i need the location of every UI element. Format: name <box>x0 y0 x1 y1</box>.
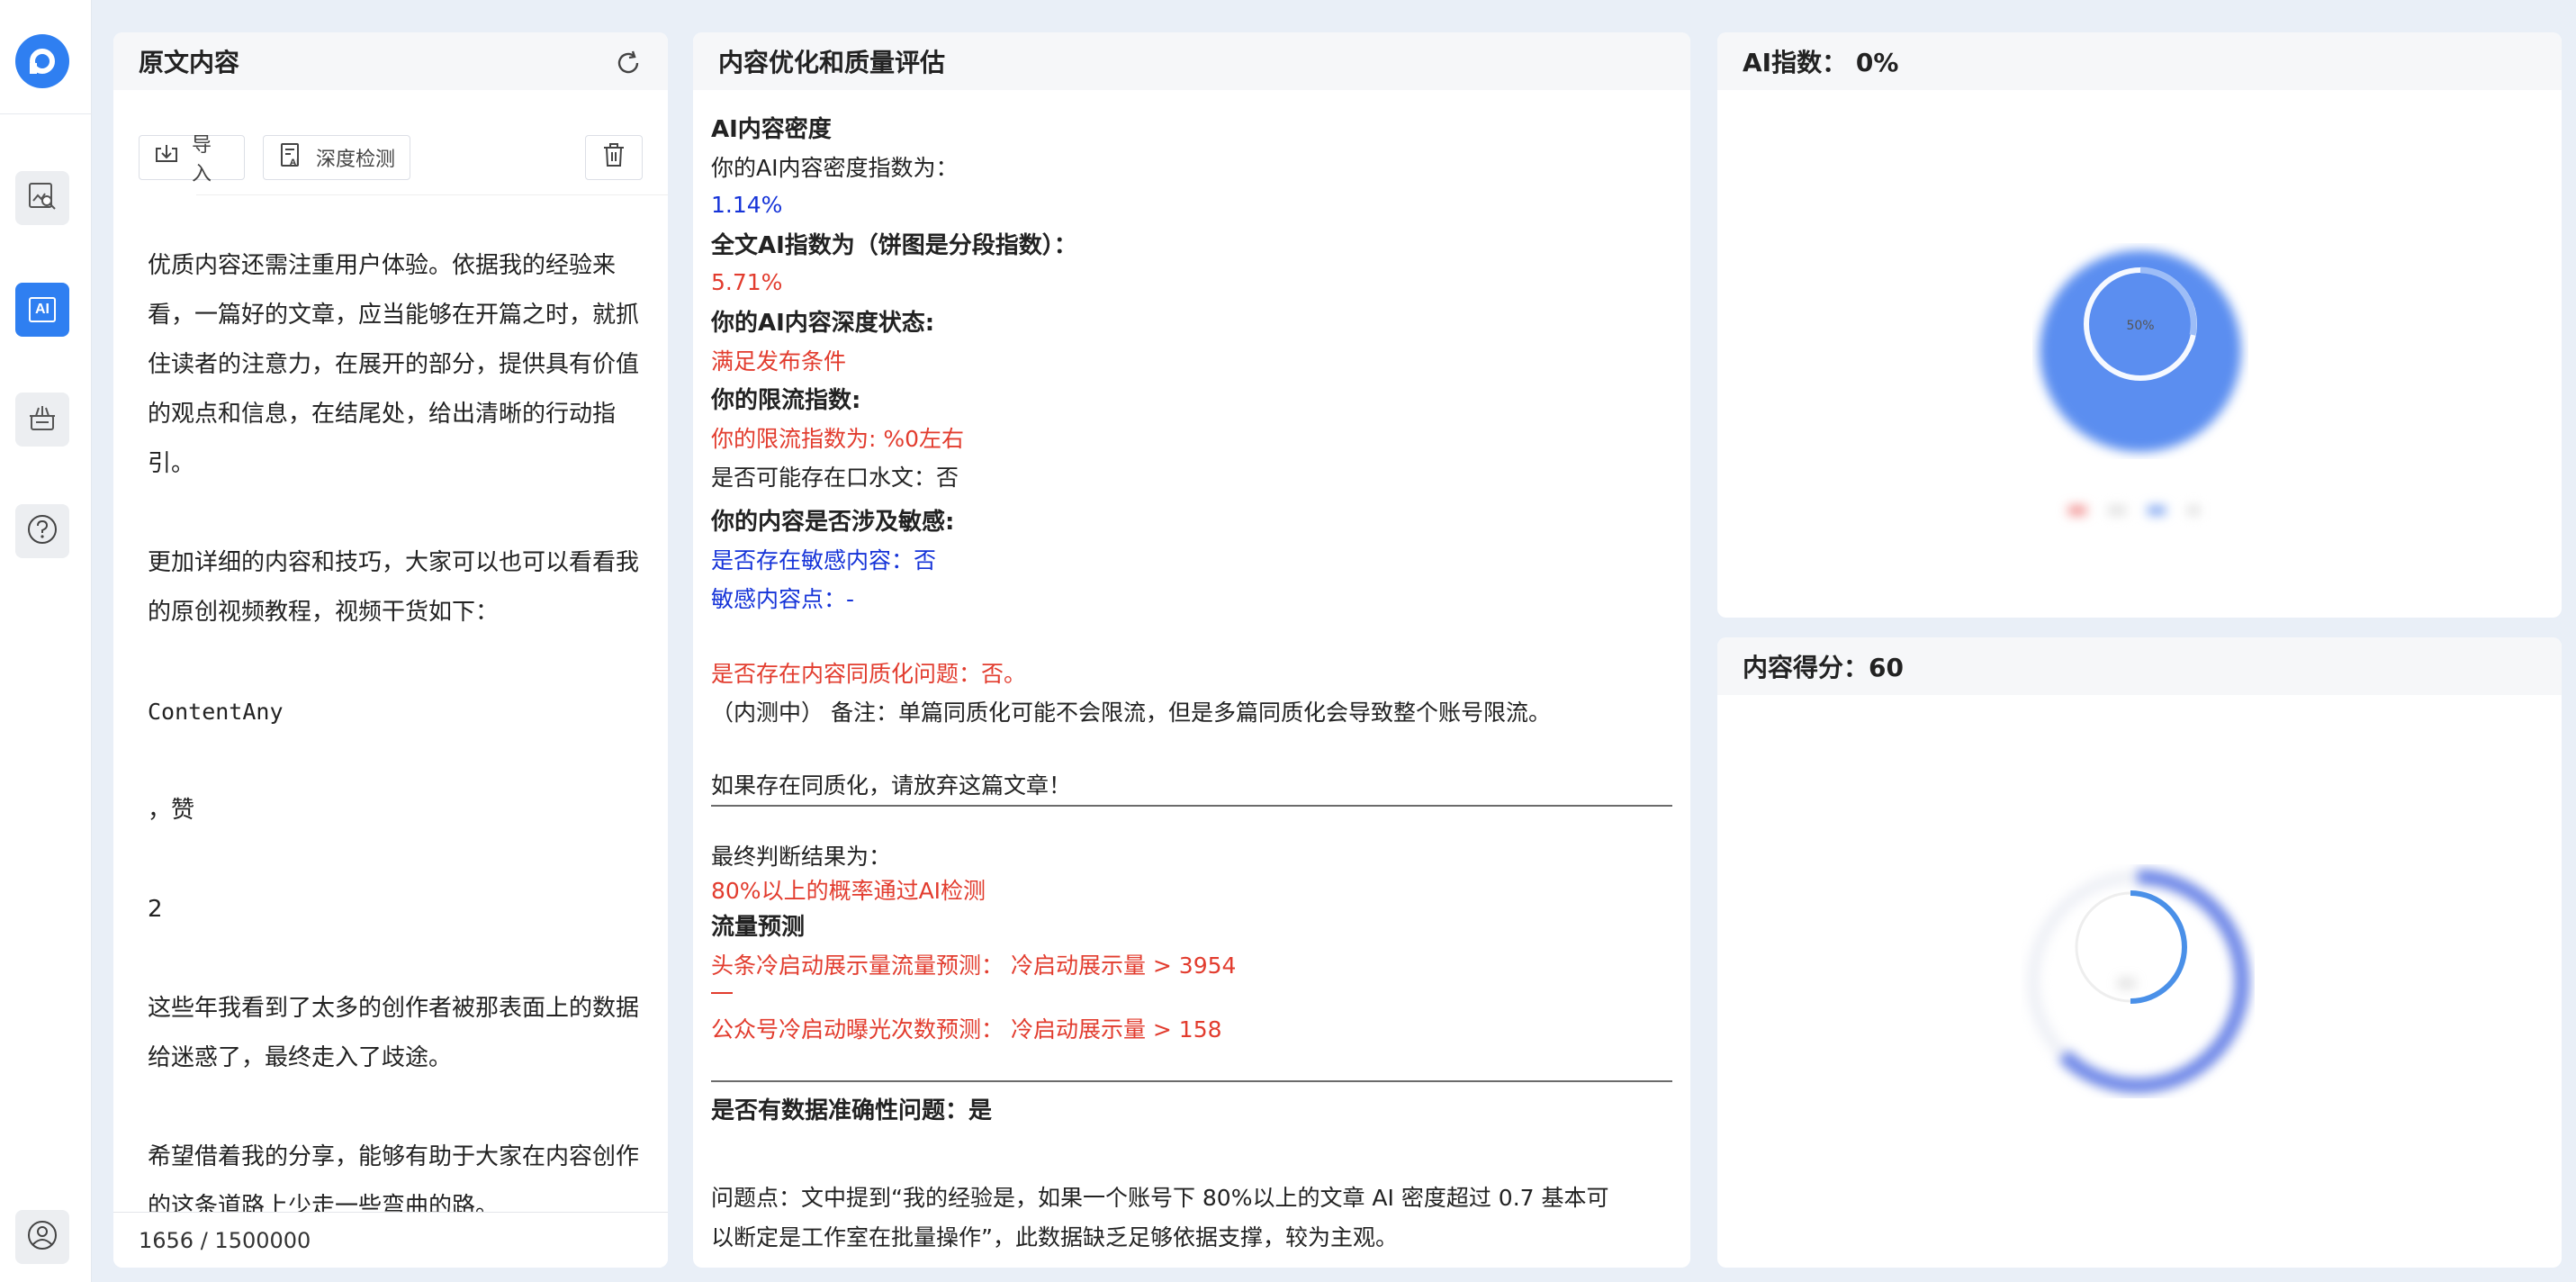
depth-value: 满足发布条件 <box>711 348 847 375</box>
wechat-prediction: 公众号冷启动曝光次数预测： 冷启动展示量 > 158 <box>711 1016 1222 1043</box>
import-button[interactable]: 导入 <box>139 134 245 185</box>
pie-legend <box>2068 506 2200 515</box>
pie-outer-disc <box>2040 250 2241 452</box>
import-label: 导入 <box>192 134 212 185</box>
legend-blue-swatch <box>2148 506 2166 515</box>
limit-label: 你的限流指数: <box>711 387 861 414</box>
accuracy-heading: 是否有数据准确性问题：是 <box>711 1097 993 1124</box>
article-paragraph: 2 <box>148 896 163 923</box>
evaluation-report: AI内容密度 你的AI内容密度指数为： 1.14% 全文AI指数为（饼图是分段指… <box>711 108 1672 1254</box>
gauge-outer-arc <box>2058 870 2249 1093</box>
issue-text-line-2: 以断定是工作室在批量操作”，此数据缺乏足够依据支撑，较为主观。 <box>711 1224 1398 1250</box>
editor-toolbar: 导入 AI 深度检测 <box>139 134 643 185</box>
ai-document-icon: AI <box>278 142 316 173</box>
gauge-inner-arc <box>2130 890 2187 1004</box>
deep-check-label: 深度检测 <box>316 149 396 171</box>
ai-icon: AI <box>29 297 56 322</box>
content-score-panel: 内容得分：60 60 <box>1717 637 2562 1268</box>
full-ai-value: 5.71% <box>711 269 783 295</box>
final-result-label: 最终判断结果为： <box>711 844 892 870</box>
sidebar-divider <box>0 113 92 114</box>
spoken-content-line: 是否可能存在口水文：否 <box>711 464 959 491</box>
full-ai-label: 全文AI指数为（饼图是分段指数）： <box>711 232 1077 259</box>
final-result-value: 80%以上的概率通过AI检测 <box>711 878 986 904</box>
import-icon <box>154 143 192 172</box>
article-paragraph: 优质内容还需注重用户体验。依据我的经验来看，一篇好的文章，应当能够在开篇之时，就… <box>148 252 640 477</box>
original-content-title: 原文内容 <box>113 32 668 90</box>
article-paragraph: 更加详细的内容和技巧，大家可以也可以看看我的原创视频教程，视频干货如下： <box>148 549 640 626</box>
issue-text-line-1: 问题点：文中提到“我的经验是，如果一个账号下 80%以上的文章 AI 密度超过 … <box>711 1185 1609 1211</box>
sidebar-item-help[interactable] <box>15 504 69 558</box>
image-search-icon <box>27 181 58 215</box>
optimization-panel: 内容优化和质量评估 AI内容密度 你的AI内容密度指数为： 1.14% 全文AI… <box>693 32 1690 1268</box>
sensitive-exist: 是否存在敏感内容：否 <box>711 546 937 573</box>
char-count: 1656 / 1500000 <box>113 1212 668 1268</box>
user-icon <box>26 1219 59 1255</box>
homogeneity-note: （内测中） 备注：单篇同质化可能不会限流，但是多篇同质化会导致整个账号限流。 <box>711 699 1551 726</box>
app-logo-icon[interactable] <box>15 34 69 88</box>
sensitive-label: 你的内容是否涉及敏感: <box>711 509 955 536</box>
legend-label-blur <box>2108 506 2126 515</box>
ai-density-label: 你的AI内容密度指数为： <box>711 154 959 181</box>
red-dash <box>711 992 733 994</box>
sensitive-points: 敏感内容点：- <box>711 585 855 612</box>
help-icon <box>26 513 59 549</box>
legend-red-swatch <box>2068 506 2086 515</box>
original-content-panel: 原文内容 导入 AI 深度检测 优质内容还需注重用户体验。依据我的经验来看，一篇… <box>113 32 668 1268</box>
ai-density-heading: AI内容密度 <box>711 116 832 143</box>
sidebar-item-user[interactable] <box>15 1210 69 1264</box>
ai-density-value: 1.14% <box>711 192 783 218</box>
deep-check-button[interactable]: AI 深度检测 <box>263 135 410 180</box>
traffic-heading: 流量预测 <box>711 914 806 941</box>
sidebar: AI <box>0 0 92 1282</box>
legend-label-blur <box>2187 506 2200 515</box>
article-text-area[interactable]: 优质内容还需注重用户体验。依据我的经验来看，一篇好的文章，应当能够在开篇之时，就… <box>148 241 652 1268</box>
article-paragraph: ，赞 <box>148 797 195 824</box>
score-gauge: 60 <box>2021 864 2255 1102</box>
trash-icon <box>602 142 626 173</box>
toolbar-divider <box>196 194 668 195</box>
ai-pie-svg: 50% <box>2040 250 2241 452</box>
sidebar-item-ai[interactable]: AI <box>15 283 69 337</box>
sidebar-item-toolbox[interactable] <box>15 393 69 447</box>
gauge-label: 60 <box>2118 975 2136 992</box>
limit-value: 你的限流指数为: %0左右 <box>711 425 965 452</box>
toolbox-icon <box>27 402 58 437</box>
refresh-icon[interactable] <box>614 49 643 77</box>
ai-index-panel: AI指数： 0% 50% <box>1717 32 2562 618</box>
article-paragraph: ContentAny <box>148 699 284 725</box>
svg-text:AI: AI <box>290 158 299 167</box>
sidebar-item-image-search[interactable] <box>15 171 69 225</box>
toutiao-prediction: 头条冷启动展示量流量预测： 冷启动展示量 > 3954 <box>711 952 1237 979</box>
delete-button[interactable] <box>585 135 643 180</box>
homogeneity-question: 是否存在内容同质化问题：否。 <box>711 660 1027 687</box>
content-score-title: 内容得分：60 <box>1717 637 2562 695</box>
ai-pie-chart: 50% <box>2032 243 2248 463</box>
article-paragraph: 这些年我看到了太多的创作者被那表面上的数据给迷惑了，最终走入了歧途。 <box>148 995 640 1071</box>
depth-label: 你的AI内容深度状态: <box>711 310 935 337</box>
score-gauge-svg: 60 <box>2027 870 2249 1093</box>
ai-index-title: AI指数： 0% <box>1717 32 2562 90</box>
pie-center-label: 50% <box>2126 319 2154 333</box>
homogeneity-warning: 如果存在同质化，请放弃这篇文章！ <box>711 772 1072 799</box>
optimization-title: 内容优化和质量评估 <box>693 32 1690 90</box>
